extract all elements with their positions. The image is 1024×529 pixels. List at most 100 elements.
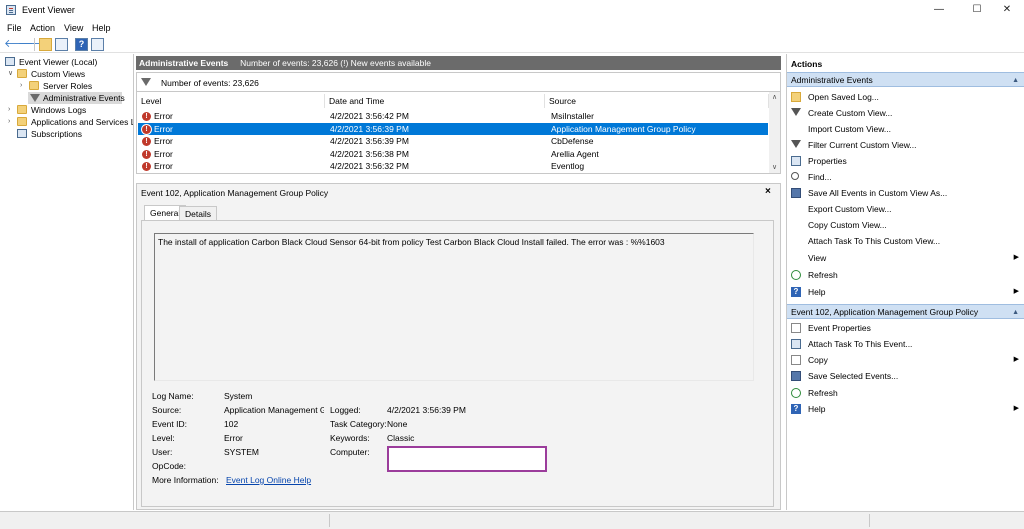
tree-item-applications-and-services[interactable]: › Applications and Services Lo [0,116,134,128]
action-save-all-events[interactable]: Save All Events in Custom View As... [787,185,1024,201]
tree-item-subscriptions[interactable]: Subscriptions [0,128,133,140]
action-help-event[interactable]: ? Help ▶ [787,401,1024,417]
menu-view[interactable]: View [64,23,83,33]
close-icon[interactable]: × [765,186,771,197]
tree-item-administrative-events[interactable]: Administrative Events [0,92,133,104]
show-hide-action-pane-icon[interactable] [91,38,104,51]
action-view[interactable]: View ▶ [787,250,1024,266]
action-export-custom-view[interactable]: Export Custom View... [787,201,1024,217]
actions-title: Actions [791,59,823,69]
row-source: MsiInstaller [551,111,594,121]
tree-item-label: Subscriptions [31,129,83,139]
row-source: Eventlog [551,161,585,171]
menu-help[interactable]: Help [92,23,111,33]
action-find[interactable]: Find... [787,169,1024,185]
action-label: Save Selected Events... [808,371,899,381]
tree-item-label: Server Roles [43,81,93,91]
action-filter-current-custom-view[interactable]: Filter Current Custom View... [787,137,1024,153]
row-source: Application Management Group Policy [551,123,696,134]
row-datetime: 4/2/2021 3:56:38 PM [330,148,409,159]
error-icon: ! [142,124,151,134]
help-icon[interactable]: ? [75,38,88,51]
event-list-scrollbar[interactable]: ∧ ∨ [769,92,780,173]
action-properties[interactable]: Properties [787,153,1024,169]
action-label: Filter Current Custom View... [808,140,917,150]
tree-item-label: Applications and Services Lo [31,117,134,127]
log-name-label: Log Name: [152,391,194,401]
collapse-icon[interactable]: ▲ [1012,305,1019,320]
minimize-button[interactable]: — [922,0,956,20]
folder-icon [17,69,27,78]
submenu-arrow-icon: ▶ [1013,405,1019,412]
action-event-properties[interactable]: Event Properties [787,320,1024,336]
table-row[interactable]: ! Error 4/2/2021 3:56:42 PM MsiInstaller [138,110,768,123]
scroll-up-icon[interactable]: ∧ [769,92,780,103]
actions-section-administrative-events[interactable]: Administrative Events ▲ [787,72,1024,87]
back-arrow-icon[interactable]: 🡐 [4,38,34,51]
action-label: Open Saved Log... [808,92,879,102]
action-save-selected-events[interactable]: Save Selected Events... [787,368,1024,384]
table-row[interactable]: ! Error 4/2/2021 3:56:38 PM Arellia Agen… [138,148,768,161]
error-icon: ! [142,149,151,159]
row-level: Error [154,123,173,134]
action-attach-task-custom-view[interactable]: Attach Task To This Custom View... [787,233,1024,249]
task-category-value: None [387,419,408,429]
copy-icon [791,355,801,365]
event-log-online-help-link[interactable]: Event Log Online Help [226,475,311,485]
close-window-button[interactable]: ✕ [990,0,1024,20]
action-attach-task-event[interactable]: Attach Task To This Event... [787,336,1024,352]
maximize-button[interactable]: ☐ [960,0,994,20]
tree-item-label: Event Viewer (Local) [19,57,98,67]
column-header-date-time[interactable]: Date and Time [325,94,545,108]
action-label: Refresh [808,388,838,398]
chevron-down-icon[interactable]: ∨ [8,68,13,80]
action-import-custom-view[interactable]: Import Custom View... [787,121,1024,137]
action-refresh-event[interactable]: Refresh [787,385,1024,401]
level-value: Error [224,433,243,443]
action-copy-custom-view[interactable]: Copy Custom View... [787,217,1024,233]
detail-title: Event 102, Application Management Group … [141,188,329,198]
collapse-icon[interactable]: ▲ [1012,73,1019,88]
action-copy[interactable]: Copy ▶ [787,352,1024,368]
table-row[interactable]: ! Error 4/2/2021 3:56:32 PM Eventlog [138,160,768,173]
chevron-right-icon[interactable]: › [8,104,10,116]
status-segment [330,514,870,527]
title-bar: Event Viewer — ☐ ✕ [0,0,1024,20]
action-label: Event Properties [808,323,871,333]
action-label: Properties [808,156,847,166]
column-header-source[interactable]: Source [545,94,769,108]
show-hide-tree-icon[interactable] [55,38,68,51]
event-id-label: Event ID: [152,419,187,429]
actions-section-event-102[interactable]: Event 102, Application Management Group … [787,304,1024,319]
error-icon: ! [142,112,151,121]
user-label: User: [152,447,173,457]
menu-file[interactable]: File [7,23,22,33]
table-row-selected[interactable]: ! Error 4/2/2021 3:56:39 PM Application … [138,122,768,135]
more-information-label: More Information: [152,475,219,485]
row-source: Arellia Agent [551,148,599,159]
action-help[interactable]: ? Help ▶ [787,284,1024,300]
scroll-down-icon[interactable]: ∨ [769,162,780,173]
chevron-right-icon[interactable]: › [20,80,22,92]
menu-action[interactable]: Action [30,23,55,33]
action-open-saved-log[interactable]: Open Saved Log... [787,89,1024,105]
tree-item-windows-logs[interactable]: › Windows Logs [0,104,133,116]
tab-details[interactable]: Details [179,206,217,220]
save-icon [791,188,801,198]
folder-icon[interactable] [39,38,52,51]
action-refresh[interactable]: Refresh [787,267,1024,283]
action-label: Create Custom View... [808,108,893,118]
tree-item-event-viewer-local[interactable]: Event Viewer (Local) [0,56,133,68]
tree-item-custom-views[interactable]: ∨ Custom Views [0,68,133,80]
event-viewer-app-icon [6,5,16,15]
tree-item-server-roles[interactable]: › Server Roles [0,80,133,92]
logged-label: Logged: [330,405,361,415]
forward-arrow-icon[interactable]: 🡒 [18,38,48,51]
subscriptions-icon [17,129,27,138]
table-row[interactable]: ! Error 4/2/2021 3:56:39 PM CbDefense [138,135,768,148]
chevron-right-icon[interactable]: › [8,116,10,128]
window-title: Event Viewer [22,5,75,15]
row-datetime: 4/2/2021 3:56:42 PM [330,111,409,121]
action-create-custom-view[interactable]: Create Custom View... [787,105,1024,121]
column-header-level[interactable]: Level [137,94,325,108]
